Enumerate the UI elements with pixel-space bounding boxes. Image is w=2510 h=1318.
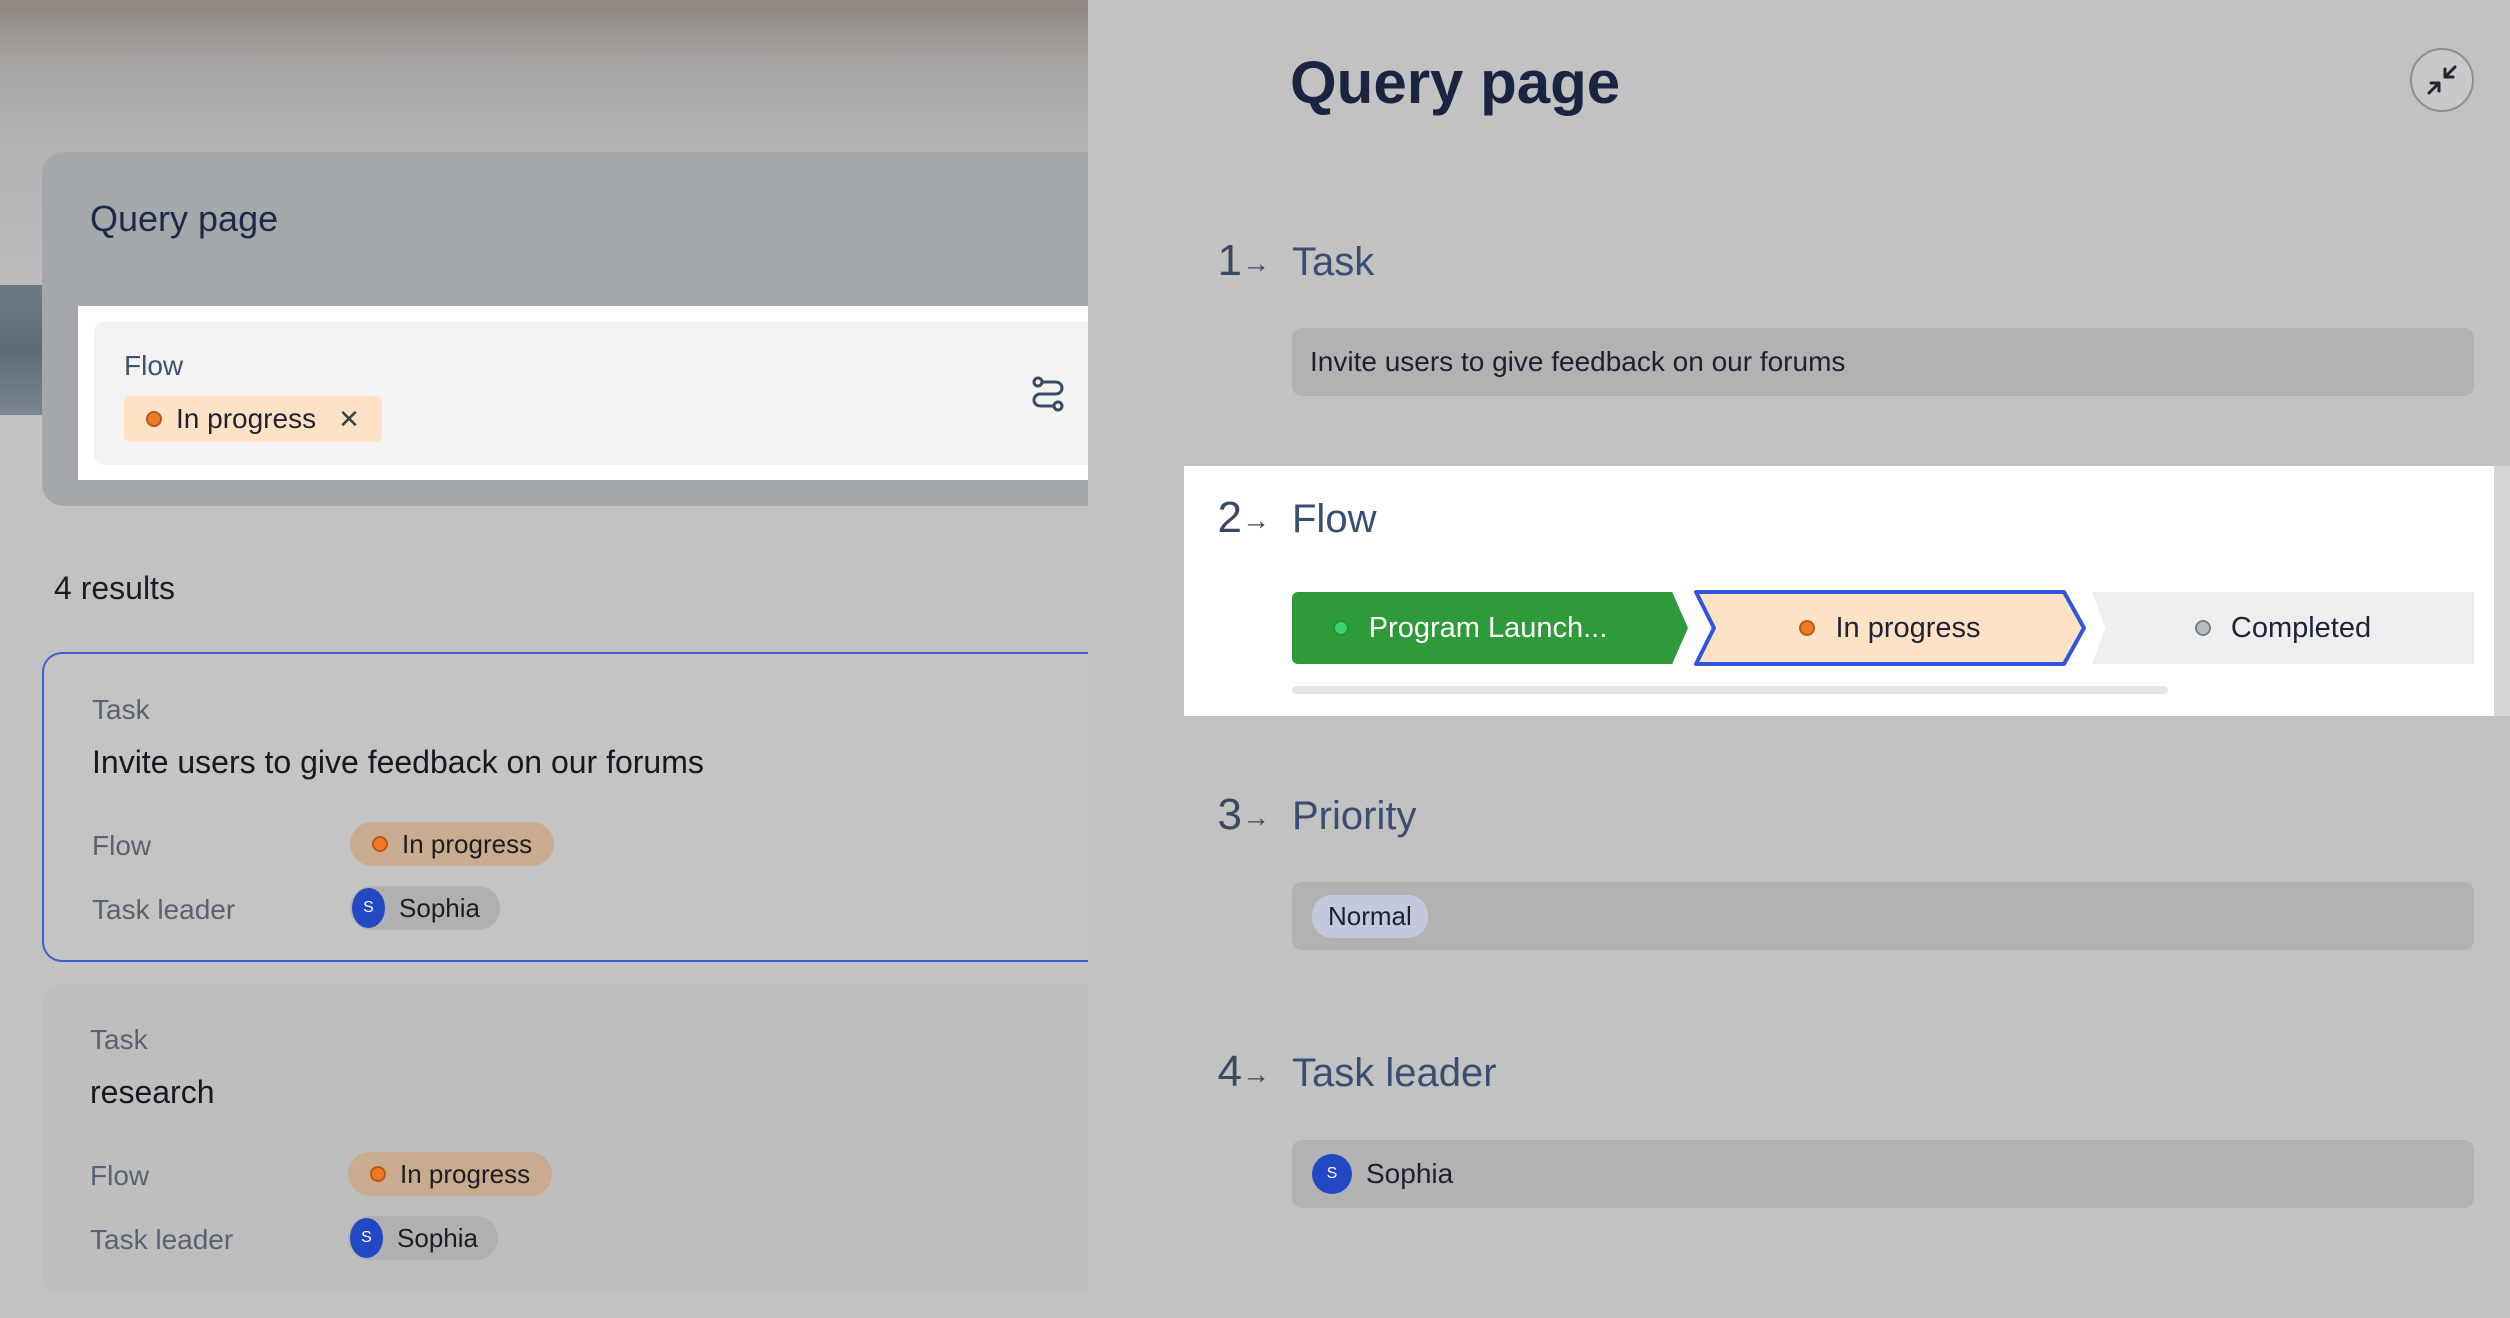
section-number-4: 4→	[1200, 1047, 1270, 1097]
in-progress-dot-icon	[372, 836, 388, 852]
card-leader-label: Task leader	[92, 894, 236, 925]
in-progress-dot-icon	[146, 411, 162, 427]
priority-tag: Normal	[1312, 894, 1428, 938]
card-leader-label: Task leader	[90, 1224, 234, 1255]
result-card[interactable]: Task research Flow In progress Task lead…	[42, 984, 1090, 1294]
result-card-selected[interactable]: Task Invite users to give feedback on ou…	[42, 652, 1090, 962]
section-number-text: 3	[1217, 790, 1242, 839]
section-number-text: 1	[1217, 236, 1242, 285]
card-kicker: Task	[92, 694, 150, 725]
card-kicker: Task	[90, 1024, 148, 1055]
card-leader-name: Sophia	[399, 892, 480, 923]
task-field[interactable]: Invite users to give feedback on our for…	[1292, 328, 2474, 396]
filter-box[interactable]	[94, 322, 1092, 465]
flow-route-icon[interactable]	[1028, 374, 1068, 414]
card-leader-pill: S Sophia	[348, 1216, 498, 1260]
flow-stage-completed[interactable]: Completed	[2092, 592, 2474, 664]
stage-pending-dot-icon	[2194, 620, 2211, 636]
filter-label: Flow	[124, 350, 184, 381]
section-label-task-leader: Task leader	[1292, 1051, 1497, 1095]
card-leader-pill: S Sophia	[350, 886, 500, 930]
stage-label: Program Launch...	[1368, 611, 1608, 644]
section-number-text: 2	[1217, 493, 1242, 542]
collapse-icon	[2427, 65, 2457, 95]
card-flow-pill: In progress	[350, 822, 554, 866]
flow-stage-program-launch[interactable]: Program Launch...	[1292, 592, 1688, 664]
photo-sea-strip	[0, 285, 48, 415]
section-number-1: 1→	[1200, 236, 1270, 286]
arrow-right-icon: →	[1242, 1058, 1270, 1090]
avatar: S	[350, 1218, 384, 1258]
priority-field[interactable]: Normal	[1292, 882, 2474, 950]
flow-stage-in-progress[interactable]: In progress	[1692, 590, 2088, 666]
card-flow-pill: In progress	[348, 1152, 552, 1196]
flow-horizontal-scrollbar[interactable]	[1292, 686, 2168, 694]
card-flow-label: Flow	[90, 1160, 150, 1191]
filter-chip-in-progress[interactable]: In progress ✕	[124, 396, 382, 442]
stage-label: Completed	[2230, 611, 2372, 644]
arrow-right-icon: →	[1242, 247, 1270, 279]
panel-scroll-edge	[2494, 466, 2510, 716]
section-label-task: Task	[1292, 240, 1375, 284]
close-icon[interactable]: ✕	[338, 404, 360, 435]
task-field-value: Invite users to give feedback on our for…	[1310, 346, 1846, 377]
card-flow-value: In progress	[402, 828, 533, 859]
card-flow-label: Flow	[92, 830, 152, 861]
results-count: 4 results	[54, 570, 175, 606]
section-number-3: 3→	[1200, 790, 1270, 840]
stage-label: In progress	[1835, 611, 1981, 644]
section-label-priority: Priority	[1292, 794, 1417, 838]
in-progress-dot-icon	[1799, 620, 1816, 636]
section-label-flow: Flow	[1292, 497, 1377, 541]
arrow-right-icon: →	[1242, 801, 1270, 833]
avatar: S	[1312, 1154, 1352, 1194]
section-number-2: 2→	[1200, 493, 1270, 543]
card-flow-value: In progress	[400, 1158, 531, 1189]
arrow-right-icon: →	[1242, 504, 1270, 536]
stage-current-content: In progress	[1799, 611, 1981, 645]
in-progress-dot-icon	[370, 1166, 386, 1182]
section-number-text: 4	[1217, 1047, 1242, 1096]
card-title: Invite users to give feedback on our for…	[92, 744, 704, 780]
stage-done-dot-icon	[1332, 620, 1349, 636]
task-leader-name: Sophia	[1366, 1158, 1454, 1189]
collapse-button[interactable]	[2410, 48, 2474, 112]
task-leader-field[interactable]: S Sophia	[1292, 1140, 2474, 1208]
card-leader-name: Sophia	[397, 1222, 478, 1253]
filter-chip-label: In progress	[176, 403, 317, 434]
panel-title: Query page	[1290, 49, 1621, 116]
query-card-title: Query page	[90, 198, 279, 239]
avatar: S	[352, 888, 386, 928]
card-title: research	[90, 1074, 215, 1110]
